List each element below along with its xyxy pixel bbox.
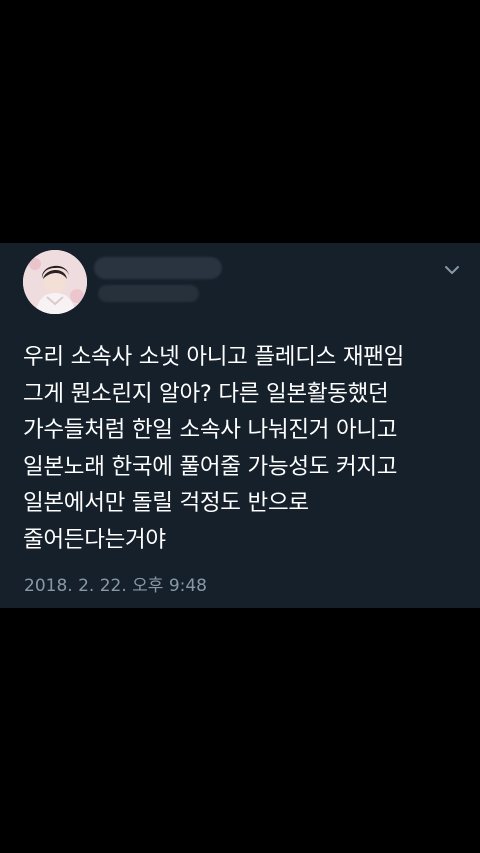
avatar[interactable] bbox=[23, 250, 87, 314]
tweet-text-line: 가수들처럼 한일 소속사 나눠진거 아니고 bbox=[23, 417, 398, 443]
username-redacted[interactable] bbox=[98, 285, 199, 302]
tweet-text: 우리 소속사 소넷 아니고 플레디스 재팬임 그게 뭔소린지 알아? 다른 일본… bbox=[23, 339, 468, 558]
tweet-timestamp[interactable]: 2018. 2. 22. 오후 9:48 bbox=[24, 574, 207, 598]
display-name-redacted[interactable] bbox=[94, 257, 222, 279]
tweet-text-line: 일본노래 한국에 풀어줄 가능성도 커지고 bbox=[23, 453, 398, 480]
tweet-text-line: 그게 뭔소린지 알아? 다른 일본활동했던 bbox=[23, 380, 389, 407]
tweet-text-line: 줄어든다는거야 bbox=[23, 526, 166, 553]
chevron-down-icon[interactable] bbox=[443, 262, 461, 276]
tweet-text-line: 우리 소속사 소넷 아니고 플레디스 재팬임 bbox=[23, 344, 405, 370]
tweet-text-line: 일본에서만 돌릴 걱정도 반으로 bbox=[23, 490, 309, 516]
